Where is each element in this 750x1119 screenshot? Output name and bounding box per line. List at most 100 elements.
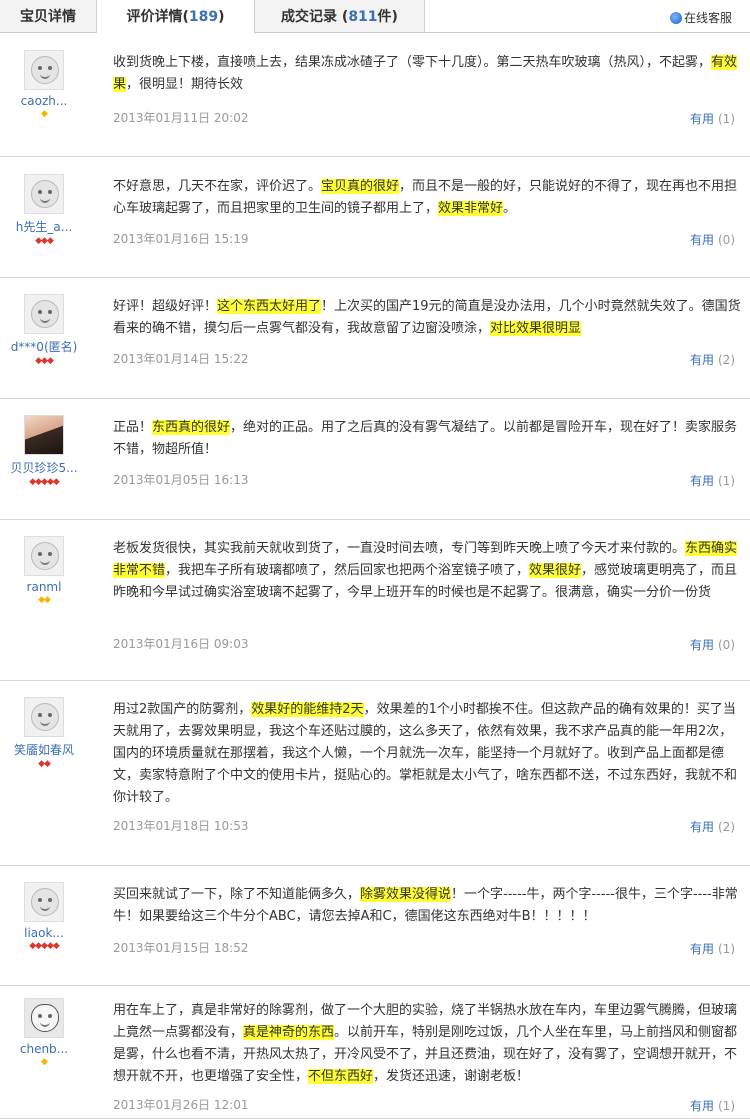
- useful-label: 有用: [689, 1099, 714, 1113]
- reviewer-name[interactable]: 笑靥如春风: [0, 741, 88, 758]
- useful-label: 有用: [689, 474, 714, 488]
- useful-count: (1): [718, 942, 735, 956]
- highlight-phrase: 不但东西好: [308, 1069, 374, 1084]
- useful-label: 有用: [689, 353, 714, 367]
- reviewer-name[interactable]: 贝贝珍珍5...: [0, 459, 88, 476]
- avatar-face-icon: [31, 1004, 59, 1032]
- buyer-rank-icon: ◆◆: [38, 759, 51, 769]
- avatar[interactable]: [24, 998, 64, 1038]
- reviewer-name[interactable]: caozh...: [0, 94, 88, 108]
- useful-button[interactable]: 有用 (0): [690, 636, 735, 653]
- review-text-segment: ，我把车子所有玻璃都喷了，然后回家也把两个浴室镜子喷了，: [165, 563, 530, 578]
- review-date: 2013年01月16日 15:19: [113, 232, 249, 246]
- avatar[interactable]: [24, 536, 64, 576]
- buyer-rank-icon: ◆◆◆◆◆: [29, 941, 60, 951]
- review-date: 2013年01月18日 10:53: [113, 819, 249, 833]
- review-item: 笑靥如春风 ◆◆ 用过2款国产的防雾剂，效果好的能维持2天，效果差的1个小时都挨不住…: [0, 680, 750, 866]
- review-item: chenb... ◆ 用在车上了，真是非常好的除雾剂，做了一个大胆的实验，烧了半锅热…: [0, 985, 750, 1119]
- reviewer-name[interactable]: chenb...: [0, 1042, 88, 1056]
- useful-button[interactable]: 有用 (1): [690, 110, 735, 127]
- online-service-link[interactable]: 在线客服: [669, 9, 732, 26]
- review-item: 贝贝珍珍5... ◆◆◆◆◆ 正品！东西真的很好，绝对的正品。用了之后真的没有雾气凝…: [0, 398, 750, 520]
- reviewer-name[interactable]: liaok...: [0, 926, 88, 940]
- review-text-segment: 买回来就试了一下，除了不知道能俩多久，: [113, 887, 361, 902]
- useful-count: (1): [718, 112, 735, 126]
- review-item: d***0(匿名) ◆◆◆ 好评！超级好评！这个东西太好用了！上次买的国产19元的简…: [0, 277, 750, 399]
- buyer-rank-icon: ◆◆◆: [35, 236, 54, 246]
- review-date: 2013年01月14日 15:22: [113, 352, 249, 366]
- useful-count: (1): [718, 474, 735, 488]
- avatar-face-icon: [31, 56, 59, 84]
- reviewer: d***0(匿名) ◆◆◆: [0, 294, 88, 366]
- useful-button[interactable]: 有用 (1): [690, 472, 735, 489]
- buyer-rank-icon: ◆◆◆: [35, 356, 54, 366]
- buyer-rank-icon: ◆◆◆◆◆: [29, 477, 60, 487]
- reviewer: chenb... ◆: [0, 998, 88, 1067]
- tab-item-details[interactable]: 宝贝详情: [0, 0, 97, 32]
- useful-label: 有用: [689, 942, 714, 956]
- highlight-phrase: 效果非常好: [438, 201, 504, 216]
- review-text-segment: 收到货晚上下楼，直接喷上去，结果冻成冰碴子了（零下十几度）。第二天热车吹玻璃（热…: [113, 55, 712, 70]
- reviewer-name[interactable]: ranml: [0, 580, 88, 594]
- avatar[interactable]: [24, 882, 64, 922]
- reviewer: h先生_a... ◆◆◆: [0, 174, 88, 246]
- useful-label: 有用: [689, 820, 714, 834]
- useful-count: (0): [718, 638, 735, 652]
- avatar-face-icon: [31, 542, 59, 570]
- avatar[interactable]: [24, 697, 64, 737]
- highlight-phrase: 除雾效果没得说: [360, 887, 452, 902]
- highlight-phrase: 效果很好: [529, 563, 582, 578]
- useful-count: (2): [718, 820, 735, 834]
- review-text: 老板发货很快，其实我前天就收到货了，一直没时间去喷，专门等到昨天晚上喷了今天才来…: [113, 538, 745, 604]
- review-item: caozh... ◆ 收到货晚上下楼，直接喷上去，结果冻成冰碴子了（零下十几度）。第…: [0, 33, 750, 157]
- review-text-segment: 不好意思，几天不在家，评价迟了。: [113, 179, 322, 194]
- reviewer: liaok... ◆◆◆◆◆: [0, 882, 88, 951]
- useful-button[interactable]: 有用 (1): [690, 940, 735, 957]
- review-item: ranml ◆◆ 老板发货很快，其实我前天就收到货了，一直没时间去喷，专门等到昨天晚…: [0, 519, 750, 681]
- chat-icon: [669, 12, 682, 24]
- review-text-segment: 老板发货很快，其实我前天就收到货了，一直没时间去喷，专门等到昨天晚上喷了今天才来…: [113, 541, 686, 556]
- review-text-segment: 正品！: [113, 420, 153, 435]
- review-text: 用在车上了，真是非常好的除雾剂，做了一个大胆的实验，烧了半锅热水放在车内，车里边…: [113, 1000, 745, 1088]
- avatar[interactable]: [24, 174, 64, 214]
- highlight-phrase: 宝贝真的很好: [321, 179, 400, 194]
- highlight-phrase: 效果好的能维持2天: [251, 702, 364, 717]
- useful-button[interactable]: 有用 (2): [690, 818, 735, 835]
- review-date: 2013年01月05日 16:13: [113, 473, 249, 487]
- useful-button[interactable]: 有用 (2): [690, 351, 735, 368]
- review-count: 189: [188, 9, 219, 25]
- reviewer-name[interactable]: h先生_a...: [0, 218, 88, 235]
- avatar[interactable]: [24, 415, 64, 455]
- reviewer: 贝贝珍珍5... ◆◆◆◆◆: [0, 415, 88, 487]
- review-date: 2013年01月15日 18:52: [113, 941, 249, 955]
- avatar-face-icon: [31, 180, 59, 208]
- avatar[interactable]: [24, 50, 64, 90]
- tab-transactions[interactable]: 成交记录 (811件): [255, 0, 425, 32]
- useful-label: 有用: [689, 233, 714, 247]
- review-item: liaok... ◆◆◆◆◆ 买回来就试了一下，除了不知道能俩多久，除雾效果没得说！…: [0, 865, 750, 986]
- buyer-rank-icon: ◆: [41, 109, 48, 119]
- useful-button[interactable]: 有用 (1): [690, 1097, 735, 1114]
- review-date: 2013年01月16日 09:03: [113, 637, 249, 651]
- useful-label: 有用: [689, 638, 714, 652]
- review-text-segment: ，很明显！期待长效: [126, 77, 244, 92]
- reviewer: ranml ◆◆: [0, 536, 88, 605]
- buyer-rank-icon: ◆◆: [38, 595, 51, 605]
- reviewer: 笑靥如春风 ◆◆: [0, 697, 88, 769]
- avatar-face-icon: [31, 703, 59, 731]
- review-date: 2013年01月11日 20:02: [113, 111, 249, 125]
- review-text: 买回来就试了一下，除了不知道能俩多久，除雾效果没得说！一个字-----牛，两个字…: [113, 884, 745, 928]
- useful-count: (0): [718, 233, 735, 247]
- useful-button[interactable]: 有用 (0): [690, 231, 735, 248]
- reviewer: caozh... ◆: [0, 50, 88, 119]
- highlight-phrase: 这个东西太好用了: [217, 299, 322, 314]
- review-text-segment: ，效果差的1个小时都挨不住。但这款产品的确有效果的！买了当天就用了，去雾效果明显…: [113, 702, 738, 805]
- review-text: 收到货晚上下楼，直接喷上去，结果冻成冰碴子了（零下十几度）。第二天热车吹玻璃（热…: [113, 52, 745, 96]
- tab-reviews[interactable]: 评价详情(189): [97, 0, 255, 34]
- avatar-face-icon: [31, 888, 59, 916]
- review-text-segment: 好评！超级好评！: [113, 299, 218, 314]
- useful-label: 有用: [689, 112, 714, 126]
- review-text: 用过2款国产的防雾剂，效果好的能维持2天，效果差的1个小时都挨不住。但这款产品的…: [113, 699, 745, 809]
- avatar[interactable]: [24, 294, 64, 334]
- reviewer-name[interactable]: d***0(匿名): [0, 338, 88, 355]
